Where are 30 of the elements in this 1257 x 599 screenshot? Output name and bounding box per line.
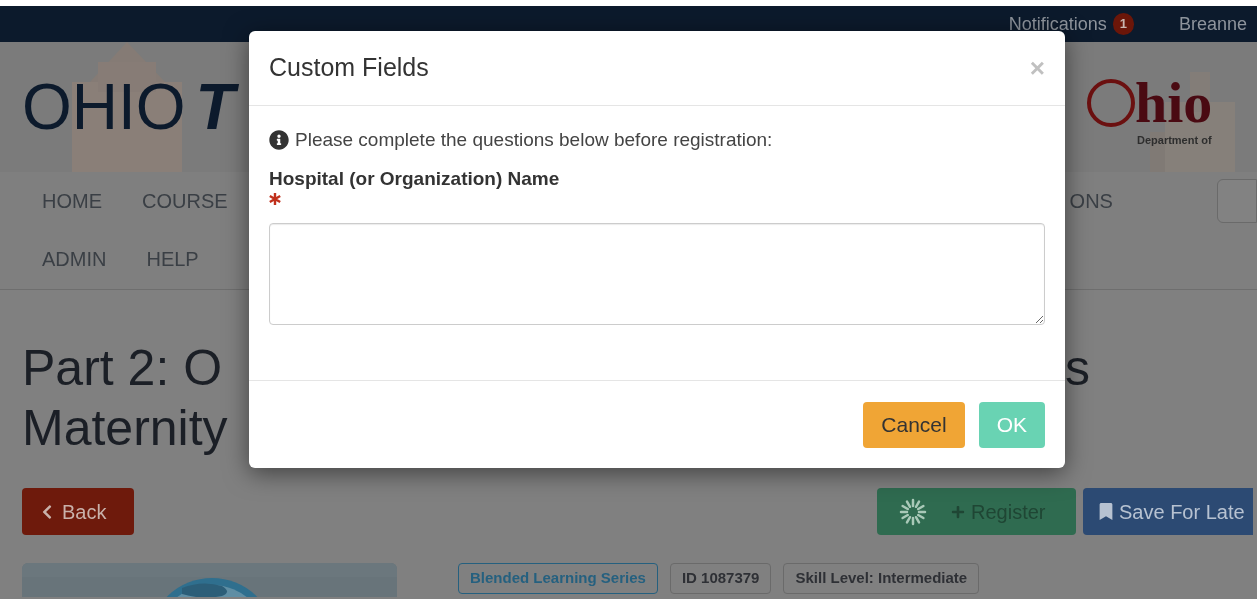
course-tag: Skill Level: Intermediate	[783, 563, 980, 594]
chevron-left-icon	[40, 503, 54, 520]
user-menu[interactable]: Breanne	[1178, 10, 1247, 38]
nav-link[interactable]: HELP	[126, 244, 219, 274]
close-button[interactable]: ×	[1029, 55, 1045, 81]
course-title: Maternity	[22, 400, 228, 456]
back-button[interactable]: Back	[22, 488, 134, 535]
info-icon	[269, 130, 289, 151]
nav-link[interactable]: ONS	[1069, 186, 1113, 216]
nav-link[interactable]: HOME	[22, 186, 122, 216]
info-message: Please complete the questions below before registration:	[295, 128, 773, 152]
save-for-later-button[interactable]: Save For Late	[1083, 488, 1253, 535]
nav-link[interactable]: ADMIN	[22, 244, 127, 274]
plus-icon	[951, 504, 965, 519]
bookmark-icon	[1099, 503, 1113, 520]
field-label: Hospital (or Organization) Name	[269, 166, 561, 191]
header-button[interactable]	[1217, 179, 1257, 223]
course-title: Part 2: O	[22, 339, 223, 398]
notification-count: 1	[1112, 13, 1134, 35]
ring-icon	[1087, 78, 1135, 127]
hospital-name-field[interactable]	[269, 223, 1045, 325]
course-tag: ID 1087379	[669, 563, 772, 594]
department-logo: hio	[1135, 73, 1213, 132]
spinner-icon	[899, 497, 927, 526]
dialog-title: Custom Fields	[269, 52, 429, 84]
course-title: s	[1065, 339, 1090, 398]
department-name: Department of	[1137, 132, 1212, 148]
course-tag: Blended Learning Series	[458, 563, 658, 594]
cancel-button[interactable]: Cancel	[863, 401, 965, 448]
nav-link[interactable]: COURSE	[122, 186, 248, 216]
